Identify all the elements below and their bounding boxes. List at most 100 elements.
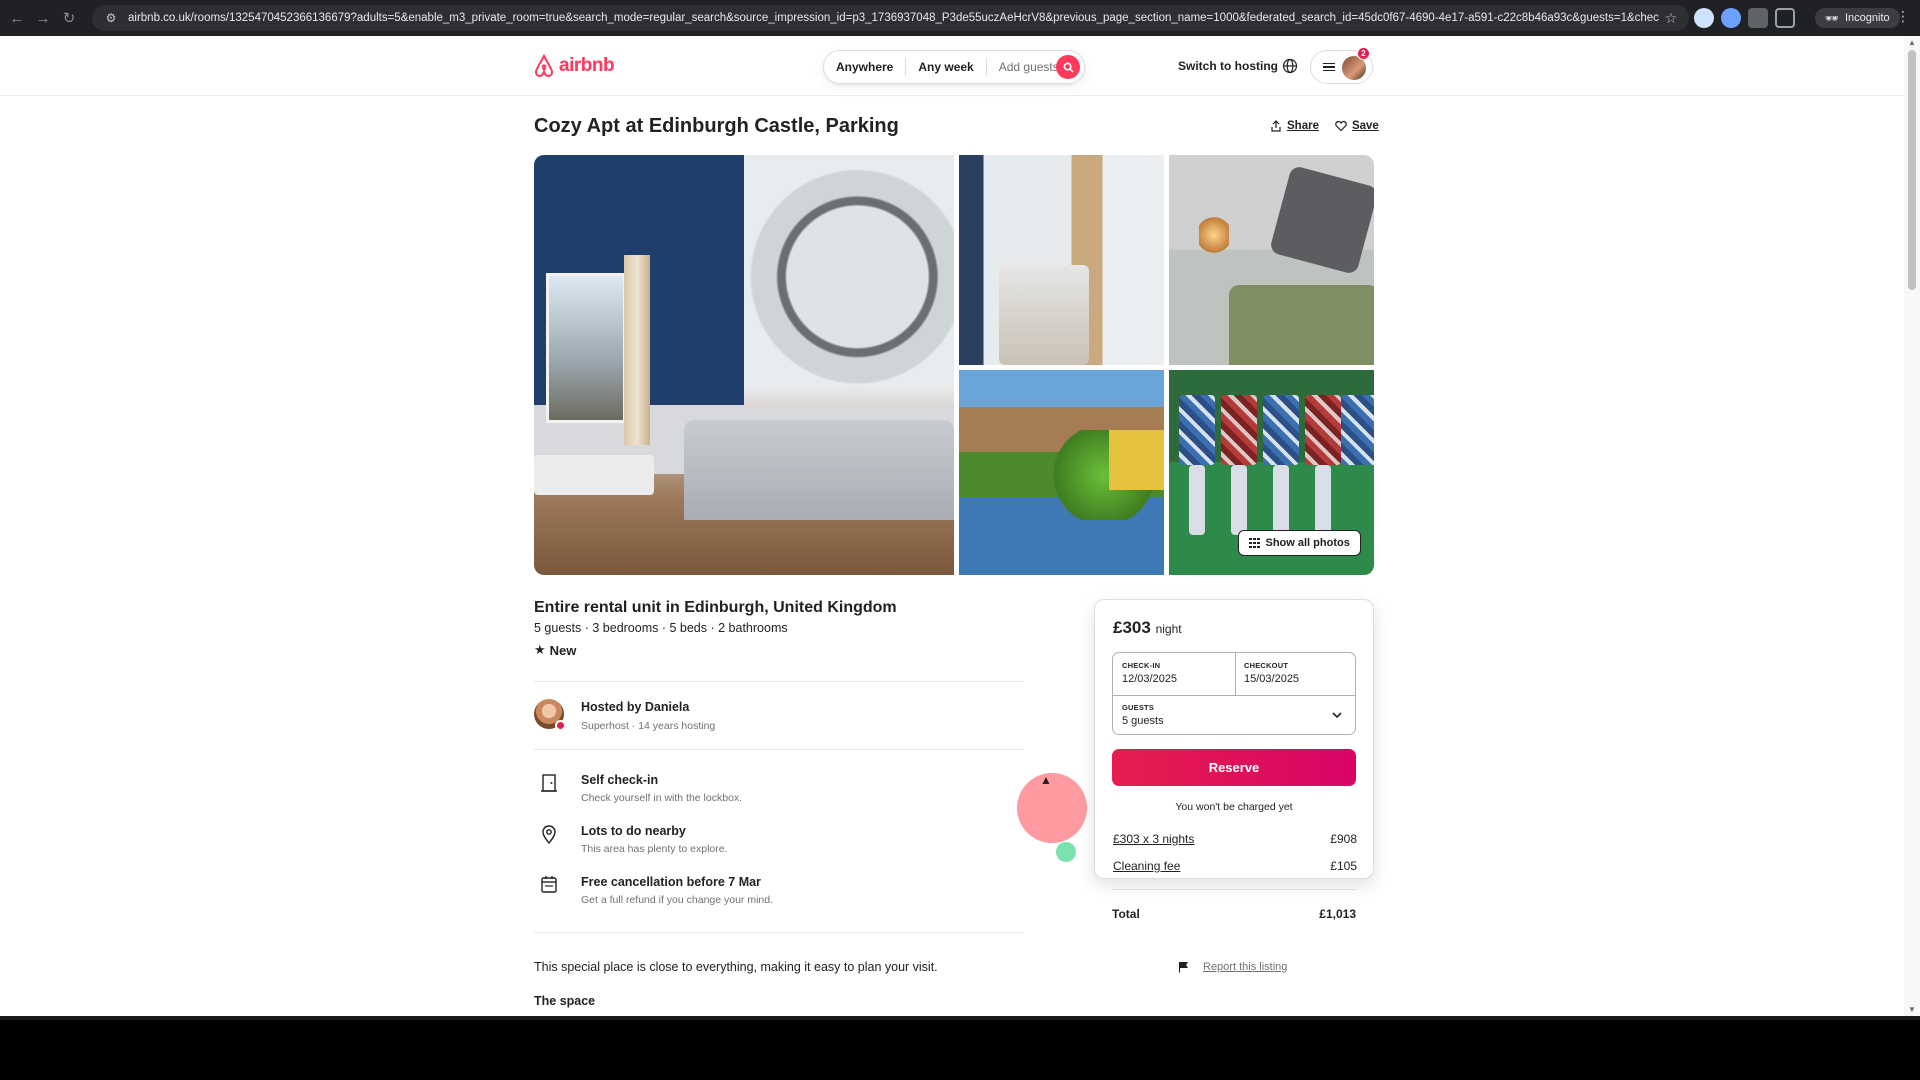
door-icon [541, 774, 557, 792]
logo-text: airbnb [559, 55, 615, 76]
nightly-price: £303 night [1113, 618, 1182, 638]
checkin-field[interactable]: CHECK-IN 12/03/2025 [1113, 653, 1186, 693]
dates-guests-picker: CHECK-IN 12/03/2025 CHECKOUT 15/03/2025 … [1112, 652, 1356, 735]
cleaning-fee-link[interactable]: Cleaning fee [1113, 859, 1180, 873]
search-button[interactable] [1056, 55, 1080, 79]
feature-lots-to-do: Lots to do nearby This area has plenty t… [534, 824, 1034, 864]
photo-bedroom[interactable] [1169, 155, 1374, 365]
page-scrollbar[interactable]: ▲ ▼ [1904, 36, 1920, 1016]
switch-to-hosting-link[interactable]: Switch to hosting [1178, 59, 1278, 73]
user-menu-button[interactable]: 2 [1310, 47, 1373, 84]
forward-icon[interactable]: → [30, 5, 56, 31]
feature-title: Lots to do nearby [581, 824, 686, 838]
checkin-value: 12/03/2025 [1122, 673, 1178, 685]
extension-icon[interactable] [1694, 8, 1714, 28]
grid-icon [1249, 537, 1260, 549]
listing-actions: Share Save [1270, 120, 1379, 132]
scroll-up-icon[interactable]: ▲ [1907, 38, 1917, 47]
feature-title: Self check-in [581, 773, 659, 787]
share-icon [1271, 120, 1281, 132]
back-icon[interactable]: ← [4, 5, 30, 31]
site-settings-icon[interactable]: ⚙ [100, 11, 122, 25]
search-any-week[interactable]: Any week [906, 60, 985, 74]
divider [534, 749, 1024, 750]
price-line-nights: £303 x 3 nights £908 [1113, 832, 1357, 846]
url-text[interactable]: airbnb.co.uk/rooms/1325470452366136679?a… [128, 12, 1659, 24]
price-line-cleaning: Cleaning fee £105 [1113, 859, 1357, 873]
checkout-field[interactable]: CHECKOUT 15/03/2025 [1235, 653, 1308, 693]
search-bar[interactable]: Anywhere Any week Add guests [823, 50, 1085, 84]
chevron-down-icon[interactable] [1331, 709, 1343, 721]
incognito-icon: 🕶 [1825, 12, 1839, 25]
browser-menu-icon[interactable]: ⋮ [1896, 8, 1910, 25]
reserve-button[interactable]: Reserve [1112, 749, 1356, 786]
host-subtitle: Superhost · 14 years hosting [581, 720, 716, 732]
listing-title: Cozy Apt at Edinburgh Castle, Parking [534, 115, 899, 137]
guests-value: 5 guests [1122, 715, 1164, 727]
address-bar[interactable]: ⚙ airbnb.co.uk/rooms/1325470452366136679… [92, 5, 1689, 31]
save-label: Save [1351, 120, 1379, 132]
browser-nav: ← → ↻ [4, 0, 82, 36]
save-button[interactable]: Save [1335, 120, 1379, 132]
map-pin-icon [542, 825, 556, 844]
checkout-label: CHECKOUT [1244, 661, 1289, 670]
cursor-highlight [1056, 842, 1076, 862]
feature-title: Free cancellation before 7 Mar [581, 875, 761, 889]
feature-self-check-in: Self check-in Check yourself in with the… [534, 773, 1034, 813]
divider [1112, 889, 1356, 890]
photo-living-room[interactable] [534, 155, 954, 575]
feature-subtitle: Get a full refund if you change your min… [581, 894, 774, 906]
search-anywhere[interactable]: Anywhere [824, 60, 905, 74]
total-label: Total [1112, 907, 1140, 921]
reload-icon[interactable]: ↻ [56, 5, 82, 31]
heart-icon [1335, 120, 1347, 132]
divider [534, 932, 1024, 933]
share-label: Share [1287, 120, 1319, 132]
notification-badge: 2 [1357, 47, 1370, 60]
photo-dean-village[interactable] [959, 370, 1164, 575]
share-button[interactable]: Share [1270, 120, 1319, 132]
checkin-label: CHECK-IN [1122, 661, 1161, 670]
scrollbar-thumb[interactable] [1908, 50, 1916, 290]
calendar-icon [541, 876, 557, 893]
site-header: airbnb Anywhere Any week Add guests Swit… [0, 36, 1904, 96]
new-badge: ★ New [534, 642, 576, 658]
bookmark-star-icon[interactable]: ☆ [1659, 10, 1683, 27]
extension-icon[interactable] [1721, 8, 1741, 28]
the-space-heading: The space [534, 994, 596, 1008]
superhost-badge [555, 720, 566, 731]
search-icon [1063, 62, 1074, 73]
listing-subheading: Entire rental unit in Edinburgh, United … [534, 599, 897, 616]
puzzle-icon[interactable] [1775, 8, 1795, 28]
checkout-value: 15/03/2025 [1244, 673, 1300, 685]
page: airbnb Anywhere Any week Add guests Swit… [0, 36, 1920, 1016]
nights-amount: £908 [1330, 832, 1357, 846]
cursor-highlight [1017, 773, 1087, 843]
booking-card: £303 night CHECK-IN 12/03/2025 CHECKOUT … [1094, 599, 1374, 879]
extension-icon[interactable] [1748, 8, 1768, 28]
report-listing-link[interactable]: Report this listing [1203, 961, 1287, 973]
price-value: £303 [1113, 618, 1151, 637]
incognito-indicator[interactable]: 🕶 Incognito [1815, 8, 1900, 28]
airbnb-logo-icon [534, 54, 554, 78]
guests-select[interactable]: GUESTS 5 guests [1113, 695, 1357, 735]
mouse-cursor-icon: ▲ [1040, 773, 1052, 787]
total-row: Total £1,013 [1112, 907, 1356, 921]
feature-subtitle: Check yourself in with the lockbox. [581, 792, 743, 804]
divider [534, 681, 1024, 682]
total-value: £1,013 [1319, 907, 1356, 921]
listing-details: 5 guests · 3 bedrooms · 5 beds · 2 bathr… [534, 621, 788, 635]
photo-dining-window[interactable] [959, 155, 1164, 365]
scroll-down-icon[interactable]: ▼ [1907, 1005, 1917, 1014]
no-charge-note: You won't be charged yet [1175, 801, 1293, 813]
airbnb-logo[interactable]: airbnb [533, 54, 615, 78]
show-all-photos-button[interactable]: Show all photos [1238, 530, 1361, 556]
new-label: New [549, 642, 577, 658]
globe-icon[interactable] [1281, 57, 1299, 75]
report-listing[interactable]: Report this listing [1178, 961, 1287, 973]
screen-bottom-strip [0, 1016, 1920, 1080]
host-avatar[interactable] [534, 699, 566, 731]
browser-chrome: ← → ↻ ⚙ airbnb.co.uk/rooms/1325470452366… [0, 0, 1920, 36]
guests-label: GUESTS [1122, 703, 1155, 712]
nights-breakdown-link[interactable]: £303 x 3 nights [1113, 832, 1194, 846]
